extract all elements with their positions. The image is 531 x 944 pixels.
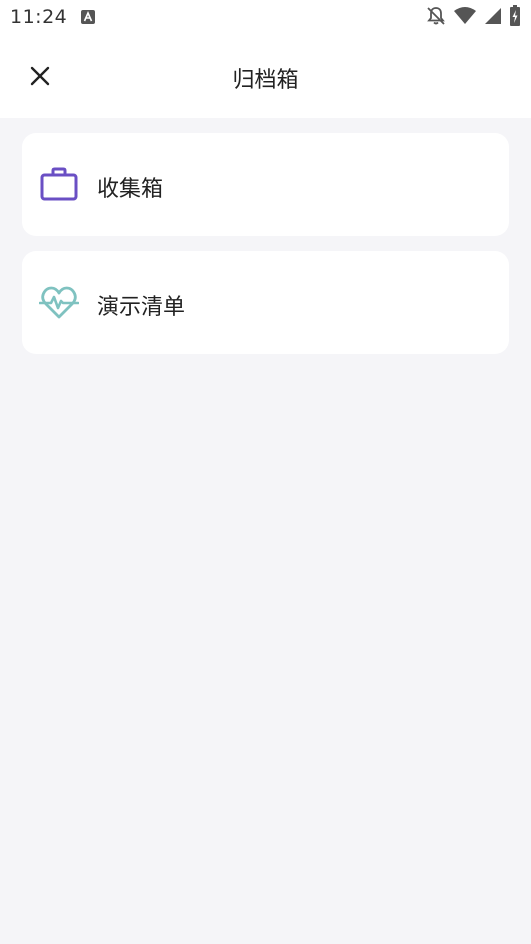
bell-off-icon: [425, 5, 447, 31]
status-icons: [425, 5, 521, 31]
folder-label: 演示清单: [97, 295, 186, 320]
status-bar: 11:24: [0, 0, 531, 38]
header: 归档箱: [0, 38, 531, 118]
battery-icon: [509, 5, 521, 31]
briefcase-icon: [39, 165, 79, 205]
wifi-icon: [453, 6, 477, 30]
signal-icon: [483, 6, 503, 30]
status-time: 11:24: [10, 6, 68, 28]
heartbeat-icon: [39, 283, 79, 323]
app-notification-icon: [80, 9, 96, 25]
folder-inbox[interactable]: 收集箱: [22, 133, 509, 236]
folder-label: 收集箱: [97, 177, 164, 202]
page-title: 归档箱: [232, 68, 299, 93]
folder-demo-list[interactable]: 演示清单: [22, 251, 509, 354]
